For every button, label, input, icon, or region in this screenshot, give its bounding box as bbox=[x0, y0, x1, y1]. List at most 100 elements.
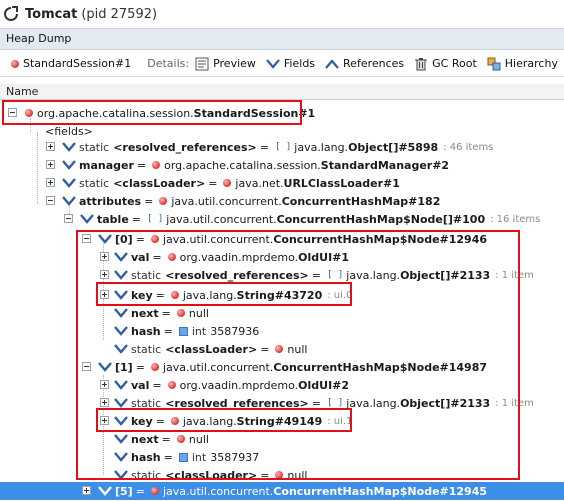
tree-row-node-1-next[interactable]: next = null bbox=[0, 430, 564, 448]
field-icon bbox=[114, 326, 128, 336]
equals-sign: = bbox=[163, 324, 173, 338]
tree-row-node-0-classloader[interactable]: static <classLoader> = null bbox=[0, 340, 564, 358]
expand-toggle[interactable] bbox=[100, 398, 109, 407]
column-name-header[interactable]: Name bbox=[6, 85, 38, 98]
equals-sign: = bbox=[259, 140, 269, 154]
expand-toggle[interactable] bbox=[46, 142, 55, 151]
array-icon: [ ] bbox=[147, 214, 164, 224]
type-prefix: java.lang. bbox=[182, 288, 237, 302]
type-name: Object[]#2133 bbox=[400, 268, 491, 282]
gc-root-button[interactable]: GC Root bbox=[414, 57, 477, 71]
field-name: val bbox=[131, 378, 150, 392]
instance-icon bbox=[167, 381, 176, 389]
tree-row-root[interactable]: org.apache.catalina.session. StandardSess… bbox=[0, 104, 564, 122]
instance-selector[interactable]: StandardSession#1 bbox=[8, 57, 131, 70]
expand-toggle[interactable] bbox=[46, 178, 55, 187]
details-label: Details: bbox=[147, 57, 190, 70]
field-name: next bbox=[131, 306, 159, 320]
expand-toggle[interactable] bbox=[100, 270, 109, 279]
collapse-toggle[interactable] bbox=[46, 196, 55, 205]
type-prefix: java.util.concurrent. bbox=[162, 360, 274, 374]
field-name: key bbox=[131, 414, 153, 428]
tree-row-node-1[interactable]: [1] = java.util.concurrent. ConcurrentHas… bbox=[0, 358, 564, 376]
tree-row-node-0-val[interactable]: val = org.vaadin.mprdemo. OldUI#1 bbox=[0, 248, 564, 266]
field-icon bbox=[114, 290, 128, 300]
expand-toggle[interactable] bbox=[100, 252, 109, 261]
field-icon bbox=[114, 308, 128, 318]
collapse-toggle[interactable] bbox=[82, 362, 91, 371]
field-icon bbox=[114, 344, 128, 354]
type-prefix: java.lang. bbox=[346, 396, 401, 410]
field-icon bbox=[114, 416, 128, 426]
instance-icon bbox=[159, 197, 168, 205]
field-icon bbox=[98, 234, 112, 244]
instance-icon bbox=[176, 309, 185, 317]
instance-icon bbox=[152, 161, 161, 169]
tree-row-node-0-key[interactable]: key = java.lang. String#43720 : ui.0 bbox=[0, 286, 564, 304]
collapse-toggle[interactable] bbox=[8, 108, 17, 117]
equals-sign: = bbox=[311, 396, 321, 410]
type-prefix: java.util.concurrent. bbox=[166, 212, 277, 226]
fields-label: Fields bbox=[283, 57, 316, 70]
expand-toggle[interactable] bbox=[46, 160, 55, 169]
fields-button[interactable]: Fields bbox=[266, 57, 315, 70]
expand-toggle[interactable] bbox=[100, 416, 109, 425]
tree-row-node-1-key[interactable]: key = java.lang. String#49149 : ui.1 bbox=[0, 412, 564, 430]
column-header: Name bbox=[0, 84, 564, 100]
static-keyword: static bbox=[131, 396, 162, 410]
preview-icon bbox=[195, 57, 209, 70]
expand-toggle[interactable] bbox=[100, 380, 109, 389]
gc-root-label: GC Root bbox=[432, 57, 477, 70]
field-icon bbox=[114, 434, 128, 444]
field-name: hash bbox=[131, 324, 161, 338]
instance-icon bbox=[176, 435, 185, 443]
tree-row-node-1-resolved-references[interactable]: static <resolved_references> = [ ] java.… bbox=[0, 394, 564, 412]
references-button[interactable]: References bbox=[325, 57, 404, 70]
type-name: Object[]#5898 bbox=[348, 140, 439, 154]
tree-row-resolved-references[interactable]: static <resolved_references> = [ ] java.… bbox=[0, 138, 564, 156]
fields-icon bbox=[266, 58, 280, 69]
field-name: <classLoader> bbox=[165, 342, 258, 356]
string-value: : ui.0 bbox=[327, 289, 353, 301]
tree-row-node-0-resolved-references[interactable]: static <resolved_references> = [ ] java.… bbox=[0, 266, 564, 284]
instance-icon bbox=[170, 291, 179, 299]
field-name: next bbox=[131, 432, 159, 446]
array-icon: [ ] bbox=[275, 142, 292, 152]
tree-row-node-0-hash[interactable]: hash = int 3587936 bbox=[0, 322, 564, 340]
tree-row-node-1-val[interactable]: val = org.vaadin.mprdemo. OldUI#2 bbox=[0, 376, 564, 394]
tree-row-manager[interactable]: manager = org.apache.catalina.session. St… bbox=[0, 156, 564, 174]
equals-sign: = bbox=[144, 194, 154, 208]
hierarchy-button[interactable]: Hierarchy bbox=[487, 57, 558, 71]
type-prefix: org.vaadin.mprdemo. bbox=[179, 250, 299, 264]
tree-row-node-0[interactable]: [0] = java.util.concurrent. ConcurrentHas… bbox=[0, 230, 564, 248]
preview-label: Preview bbox=[213, 57, 256, 70]
instance-icon bbox=[150, 235, 159, 243]
primitive-type: int bbox=[191, 450, 207, 464]
item-count: : 1 item bbox=[495, 397, 534, 409]
field-icon bbox=[114, 252, 128, 262]
expand-toggle[interactable] bbox=[82, 486, 91, 495]
tree-row-node-5[interactable]: [5] = java.util.concurrent. ConcurrentHas… bbox=[0, 482, 564, 500]
field-icon bbox=[114, 452, 128, 462]
instance-icon bbox=[11, 59, 19, 68]
field-icon bbox=[114, 470, 128, 480]
tree-row-attributes[interactable]: attributes = java.util.concurrent. Concur… bbox=[0, 192, 564, 210]
field-name: attributes bbox=[79, 194, 142, 208]
equals-sign: = bbox=[163, 450, 173, 464]
tree-row-node-1-hash[interactable]: hash = int 3587937 bbox=[0, 448, 564, 466]
tab-heap-dump[interactable]: Heap Dump bbox=[6, 32, 71, 45]
instance-icon bbox=[150, 363, 159, 371]
type-name: String#49149 bbox=[236, 414, 323, 428]
type-prefix: java.lang. bbox=[294, 140, 349, 154]
collapse-toggle[interactable] bbox=[82, 234, 91, 243]
expand-toggle[interactable] bbox=[100, 290, 109, 299]
tree-row-classloader[interactable]: static <classLoader> = java.net. URLClass… bbox=[0, 174, 564, 192]
tree-row-table[interactable]: table = [ ] java.util.concurrent. Concurr… bbox=[0, 210, 564, 228]
preview-button[interactable]: Preview bbox=[195, 57, 256, 71]
item-count: : 16 items bbox=[490, 213, 541, 225]
window-pid: (pid 27592) bbox=[81, 6, 158, 22]
tree-row-node-0-next[interactable]: next = null bbox=[0, 304, 564, 322]
collapse-toggle[interactable] bbox=[64, 214, 73, 223]
heap-dump-icon bbox=[4, 6, 18, 21]
null-value: null bbox=[188, 306, 209, 320]
